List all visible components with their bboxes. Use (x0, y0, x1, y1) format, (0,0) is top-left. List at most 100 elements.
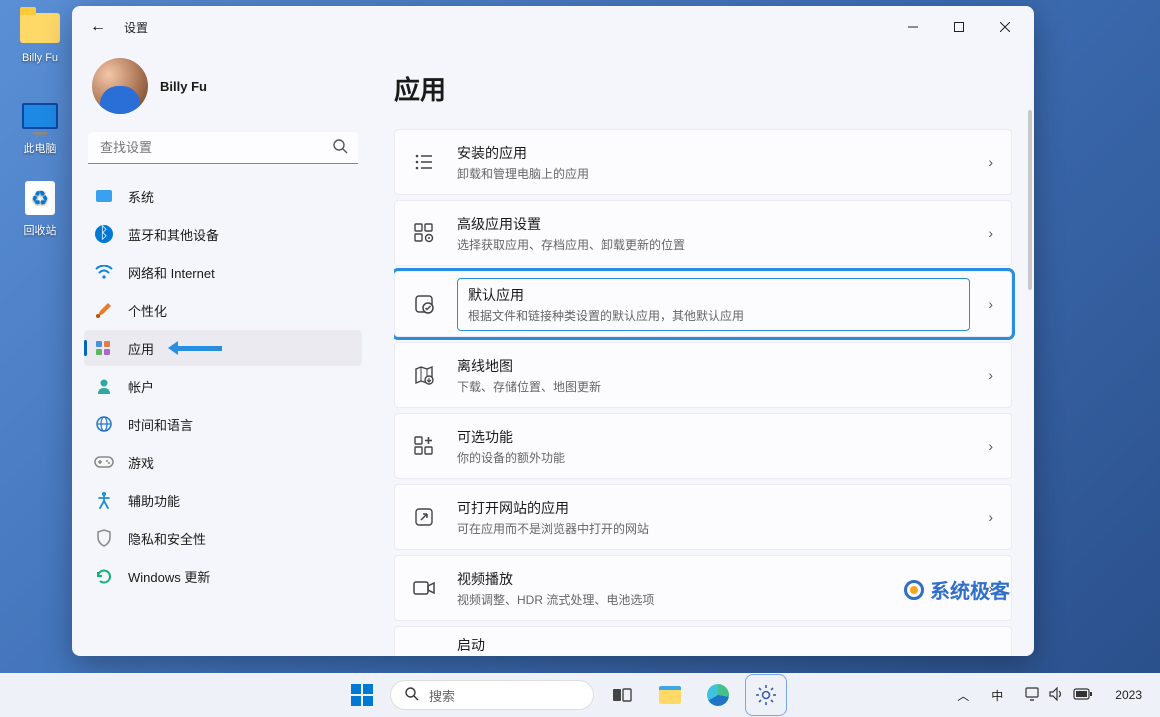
system-tray[interactable] (1019, 683, 1099, 708)
explorer-button[interactable] (650, 675, 690, 715)
card-title: 视频播放 (457, 569, 988, 589)
chevron-right-icon: › (988, 154, 993, 170)
card-optional-features[interactable]: 可选功能 你的设备的额外功能 › (394, 413, 1012, 479)
sidebar-item-apps[interactable]: 应用 (84, 330, 362, 366)
desktop-bin-label: 回收站 (12, 222, 68, 238)
map-icon (413, 365, 435, 385)
card-apps-for-websites[interactable]: 可打开网站的应用 可在应用而不是浏览器中打开的网站 › (394, 484, 1012, 550)
sidebar-item-label: 系统 (128, 187, 154, 206)
window-title: 设置 (124, 19, 148, 36)
scrollbar[interactable] (1028, 110, 1032, 290)
card-subtitle: 卸载和管理电脑上的应用 (457, 165, 988, 182)
close-button[interactable] (982, 11, 1028, 43)
sidebar-item-windows-update[interactable]: Windows 更新 (84, 558, 362, 594)
sidebar-item-bluetooth[interactable]: ᛒ 蓝牙和其他设备 (84, 216, 362, 252)
chevron-right-icon: › (988, 509, 993, 525)
minimize-button[interactable] (890, 11, 936, 43)
maximize-button[interactable] (936, 11, 982, 43)
sidebar-item-label: 蓝牙和其他设备 (128, 225, 219, 244)
sidebar-item-label: 网络和 Internet (128, 263, 215, 282)
volume-icon (1049, 687, 1065, 704)
page-title: 应用 (394, 70, 1030, 107)
sidebar-item-time-language[interactable]: 时间和语言 (84, 406, 362, 442)
desktop-this-pc[interactable]: 此电脑 (12, 96, 68, 156)
chevron-right-icon: › (988, 438, 993, 454)
sidebar-item-label: 个性化 (128, 301, 167, 320)
sidebar-item-label: Windows 更新 (128, 567, 210, 586)
search-input[interactable] (88, 132, 358, 164)
sidebar-item-accounts[interactable]: 帐户 (84, 368, 362, 404)
taskbar: 搜索 ︿ 中 2023 (0, 673, 1160, 717)
chevron-right-icon: › (988, 580, 993, 596)
settings-taskbar-button[interactable] (746, 675, 786, 715)
grid-plus-icon (413, 436, 435, 456)
windows-icon (351, 684, 373, 706)
gear-icon (755, 684, 777, 706)
edge-button[interactable] (698, 675, 738, 715)
avatar (92, 58, 148, 114)
sidebar-item-accessibility[interactable]: 辅助功能 (84, 482, 362, 518)
card-startup[interactable]: 启动 (394, 626, 1012, 656)
chevron-up-icon: ︿ (957, 687, 969, 704)
cards-scroll[interactable]: 安装的应用 卸载和管理电脑上的应用 › 高级应用设置 选择获取应用、存档应用、卸… (394, 129, 1030, 656)
search-container (88, 132, 358, 164)
profile-block[interactable]: Billy Fu (84, 48, 362, 132)
start-button[interactable] (342, 675, 382, 715)
card-installed-apps[interactable]: 安装的应用 卸载和管理电脑上的应用 › (394, 129, 1012, 195)
clock[interactable]: 2023 (1109, 684, 1148, 706)
card-title: 默认应用 (468, 285, 959, 305)
card-title: 可选功能 (457, 427, 988, 447)
card-subtitle: 选择获取应用、存档应用、卸载更新的位置 (457, 236, 988, 253)
desktop-pc-label: 此电脑 (12, 140, 68, 156)
folder-icon (659, 686, 681, 704)
card-title: 离线地图 (457, 356, 988, 376)
chevron-right-icon: › (988, 296, 993, 312)
globe-icon (94, 414, 114, 434)
card-offline-maps[interactable]: 离线地图 下载、存储位置、地图更新 › (394, 342, 1012, 408)
accessibility-icon (94, 490, 114, 510)
sidebar-item-personalization[interactable]: 个性化 (84, 292, 362, 328)
update-icon (94, 566, 114, 586)
sidebar-item-gaming[interactable]: 游戏 (84, 444, 362, 480)
bin-icon: ♻ (20, 178, 60, 218)
ime-indicator[interactable]: 中 (985, 683, 1009, 708)
sidebar-item-system[interactable]: 系统 (84, 178, 362, 214)
system-icon (94, 186, 114, 206)
gamepad-icon (94, 452, 114, 472)
pointer-arrow-icon (168, 341, 222, 355)
profile-name: Billy Fu (160, 79, 207, 94)
card-advanced-app-settings[interactable]: 高级应用设置 选择获取应用、存档应用、卸载更新的位置 › (394, 200, 1012, 266)
tray-chevron[interactable]: ︿ (951, 683, 975, 708)
card-video-playback[interactable]: 视频播放 视频调整、HDR 流式处理、电池选项 › (394, 555, 1012, 621)
chevron-right-icon: › (988, 367, 993, 383)
settings-window: ← 设置 Billy Fu (72, 6, 1034, 656)
sidebar-item-label: 游戏 (128, 453, 154, 472)
card-subtitle: 下载、存储位置、地图更新 (457, 378, 988, 395)
sidebar-item-network[interactable]: 网络和 Internet (84, 254, 362, 290)
brush-icon (94, 300, 114, 320)
sidebar-item-label: 辅助功能 (128, 491, 180, 510)
taskbar-search[interactable]: 搜索 (390, 680, 594, 710)
card-title: 安装的应用 (457, 143, 988, 163)
card-subtitle: 可在应用而不是浏览器中打开的网站 (457, 520, 988, 537)
task-view-button[interactable] (602, 675, 642, 715)
apps-icon (94, 338, 114, 358)
bluetooth-icon: ᛒ (94, 224, 114, 244)
sidebar-item-privacy[interactable]: 隐私和安全性 (84, 520, 362, 556)
main-content: 应用 安装的应用 卸载和管理电脑上的应用 › (374, 48, 1034, 656)
search-icon (333, 139, 348, 157)
card-default-apps[interactable]: 默认应用 根据文件和链接种类设置的默认应用，其他默认应用 › (394, 271, 1012, 337)
card-title: 高级应用设置 (457, 214, 988, 234)
desktop-folder[interactable]: Billy Fu (12, 8, 68, 64)
default-app-icon (413, 294, 435, 314)
taskbar-search-placeholder: 搜索 (429, 686, 455, 705)
search-icon (405, 687, 419, 704)
ime-label: 中 (991, 687, 1003, 704)
titlebar: ← 设置 (72, 6, 1034, 48)
desktop-recycle-bin[interactable]: ♻ 回收站 (12, 178, 68, 238)
desktop-folder-label: Billy Fu (12, 52, 68, 64)
card-subtitle: 视频调整、HDR 流式处理、电池选项 (457, 591, 988, 608)
back-button[interactable]: ← (82, 11, 114, 43)
card-title: 启动 (457, 635, 993, 655)
folder-icon (20, 8, 60, 48)
